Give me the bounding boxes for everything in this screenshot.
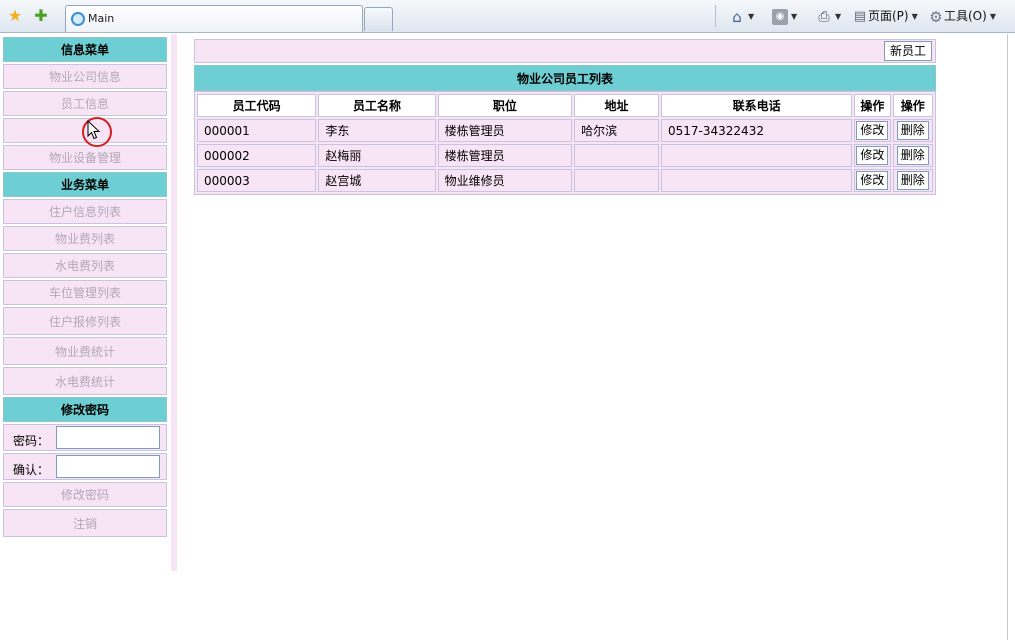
cell-code: 000002: [197, 144, 317, 167]
cell-name: 李东: [318, 119, 436, 142]
tools-menu-button[interactable]: ⚙工具(O) ▼: [928, 7, 996, 25]
col-employee-code: 员工代码: [197, 94, 317, 117]
table-header-row: 员工代码 员工名称 职位 地址 联系电话 操作 操作: [197, 94, 933, 117]
cell-position: 物业维修员: [437, 169, 573, 192]
col-employee-name: 员工名称: [318, 94, 436, 117]
business-menu-title: 业务菜单: [3, 172, 167, 197]
home-icon: ⌂: [732, 7, 742, 26]
tools-menu-label: 工具(O): [944, 9, 987, 23]
gear-icon: ⚙: [929, 7, 943, 26]
chevron-down-icon: ▼: [835, 11, 842, 21]
left-menu-strip: [171, 34, 177, 571]
col-address: 地址: [574, 94, 660, 117]
cell-delete: 删除: [892, 169, 933, 192]
password-input[interactable]: [56, 426, 160, 449]
info-menu-title: 信息菜单: [3, 37, 167, 62]
cell-name: 赵宫城: [318, 169, 436, 192]
table-row: 000002 赵梅丽 楼栋管理员 修改 删除: [197, 144, 933, 167]
menu-item-utility-fee-stats[interactable]: 水电费统计: [3, 367, 167, 395]
delete-button[interactable]: 删除: [896, 121, 929, 140]
edit-button[interactable]: 修改: [856, 146, 889, 165]
cell-delete: 删除: [892, 144, 933, 167]
toolbar-divider: [715, 5, 716, 27]
cell-code: 000003: [197, 169, 317, 192]
cell-name: 赵梅丽: [318, 144, 436, 167]
delete-button[interactable]: 删除: [896, 171, 929, 190]
cell-phone: [661, 144, 853, 167]
page-icon: ▤: [853, 8, 867, 24]
chevron-down-icon: ▼: [791, 11, 798, 21]
menu-item-resident-list[interactable]: 住户信息列表: [3, 199, 167, 224]
password-row: 密码：: [3, 424, 167, 451]
confirm-password-input[interactable]: [56, 455, 160, 478]
star-icon[interactable]: ★: [5, 6, 25, 26]
menu-item-equipment[interactable]: 物业设备管理: [3, 145, 167, 170]
cell-phone: 0517-34322432: [661, 119, 853, 142]
table-row: 000001 李东 楼栋管理员 哈尔滨 0517-34322432 修改 删除: [197, 119, 933, 142]
menu-item-employee-info[interactable]: 员工信息: [3, 91, 167, 116]
chevron-down-icon: ▼: [748, 11, 755, 21]
employee-panel: 新员工 物业公司员工列表 员工代码 员工名称 职位 地址 联系电话 操作 操作 …: [194, 39, 936, 195]
edit-button[interactable]: 修改: [856, 121, 889, 140]
page-content: 信息菜单 物业公司信息 员工信息 物业设备管理 业务菜单 住户信息列表 物业费列…: [0, 34, 1007, 640]
password-label: 密码：: [13, 434, 50, 448]
change-password-button[interactable]: 修改密码: [3, 482, 167, 507]
confirm-label: 确认：: [13, 463, 50, 477]
cell-address: 哈尔滨: [574, 119, 660, 142]
menu-item-repair-list[interactable]: 住户报修列表: [3, 307, 167, 335]
page-menu-button[interactable]: ▤ 页面(P) ▼: [852, 7, 918, 25]
feed-icon: ◉: [772, 8, 788, 25]
col-position: 职位: [437, 94, 573, 117]
cell-edit: 修改: [854, 169, 891, 192]
col-action-edit: 操作: [854, 94, 891, 117]
cell-code: 000001: [197, 119, 317, 142]
home-button[interactable]: ⌂ ▼: [729, 7, 754, 25]
edit-button[interactable]: 修改: [856, 171, 889, 190]
page-globe-icon: [71, 12, 85, 26]
menu-item-company-info[interactable]: 物业公司信息: [3, 64, 167, 89]
menu-item-property-fee-stats[interactable]: 物业费统计: [3, 337, 167, 365]
browser-toolbar: ★ ✚ Main ⌂ ▼ ◉ ▼ ⎙ ▼ ▤ 页面(P) ▼ ⚙工具(O) ▼: [0, 0, 1015, 33]
col-phone: 联系电话: [661, 94, 853, 117]
left-menu: 信息菜单 物业公司信息 员工信息 物业设备管理 业务菜单 住户信息列表 物业费列…: [3, 37, 167, 539]
cell-address: [574, 144, 660, 167]
page-right-edge: [1007, 34, 1015, 640]
cell-edit: 修改: [854, 144, 891, 167]
tab-title: Main: [88, 12, 115, 25]
cell-position: 楼栋管理员: [437, 119, 573, 142]
col-action-delete: 操作: [892, 94, 933, 117]
chevron-down-icon: ▼: [911, 11, 918, 21]
add-favorite-icon[interactable]: ✚: [31, 6, 51, 26]
menu-item-property-fee-list[interactable]: 物业费列表: [3, 226, 167, 251]
cell-edit: 修改: [854, 119, 891, 142]
delete-button[interactable]: 删除: [896, 146, 929, 165]
password-menu-title: 修改密码: [3, 397, 167, 422]
menu-item-utility-fee-list[interactable]: 水电费列表: [3, 253, 167, 278]
cell-delete: 删除: [892, 119, 933, 142]
employee-table: 员工代码 员工名称 职位 地址 联系电话 操作 操作 000001 李东 楼栋管…: [194, 91, 936, 195]
new-tab-button[interactable]: [364, 7, 393, 31]
page-menu-label: 页面(P): [868, 9, 909, 23]
menu-item-parking-list[interactable]: 车位管理列表: [3, 280, 167, 305]
printer-icon: ⎙: [818, 8, 830, 25]
table-row: 000003 赵宫城 物业维修员 修改 删除: [197, 169, 933, 192]
new-employee-button[interactable]: 新员工: [883, 41, 932, 61]
mouse-cursor-icon: [87, 120, 101, 140]
chevron-down-icon: ▼: [989, 11, 996, 21]
cell-phone: [661, 169, 853, 192]
confirm-row: 确认：: [3, 453, 167, 480]
browser-tab-main[interactable]: Main: [65, 5, 363, 32]
print-button[interactable]: ⎙ ▼: [816, 7, 841, 25]
action-bar: 新员工: [194, 39, 936, 63]
cell-position: 楼栋管理员: [437, 144, 573, 167]
cell-address: [574, 169, 660, 192]
feeds-button[interactable]: ◉ ▼: [772, 7, 797, 25]
list-title: 物业公司员工列表: [194, 65, 936, 91]
logout-button[interactable]: 注销: [3, 509, 167, 537]
